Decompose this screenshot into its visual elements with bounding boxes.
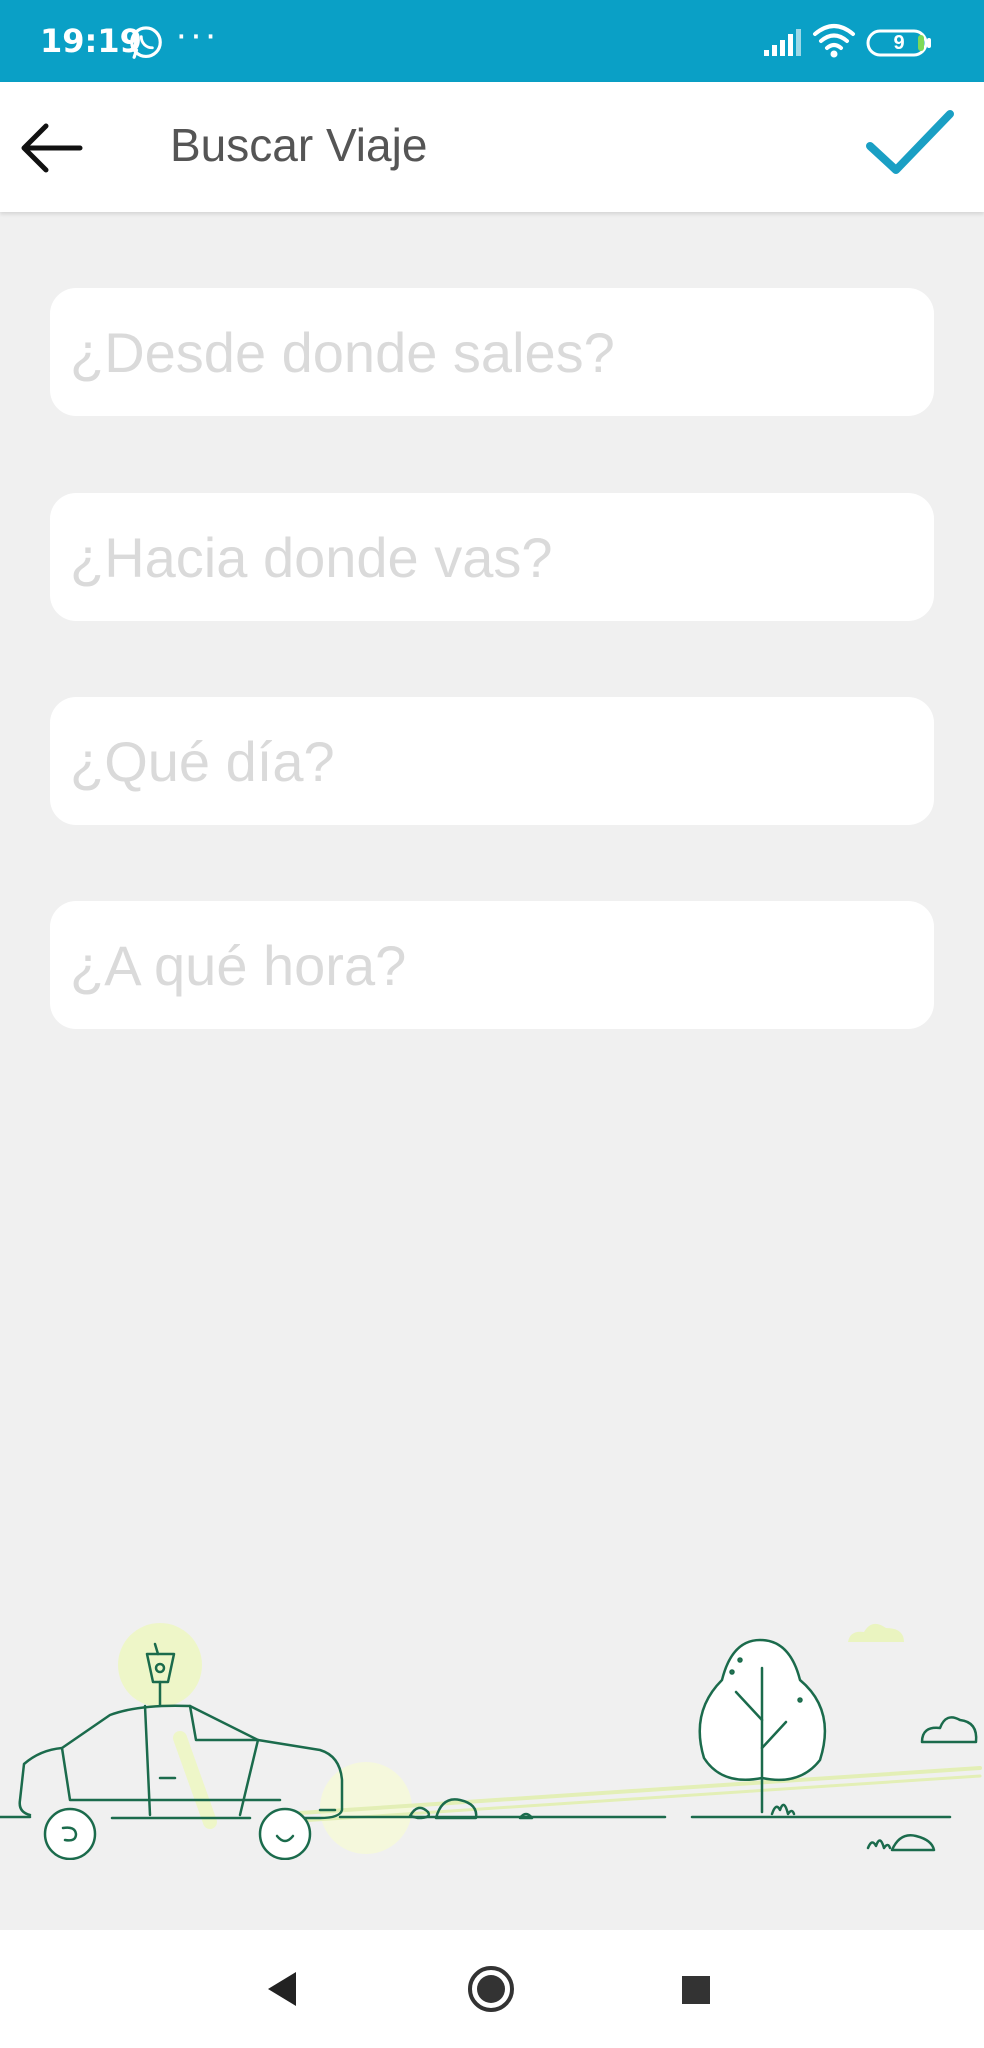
date-input[interactable] xyxy=(50,697,934,825)
battery-level: 9 xyxy=(893,32,905,54)
arrow-left-icon[interactable] xyxy=(14,112,86,184)
signal-icon xyxy=(764,29,801,56)
wifi-icon xyxy=(813,24,855,58)
car-road-illustration xyxy=(0,1623,982,1860)
origin-input[interactable] xyxy=(50,288,934,416)
system-nav-bar xyxy=(0,1930,984,2048)
nav-back-icon[interactable] xyxy=(262,1968,304,2010)
nav-recents-icon[interactable] xyxy=(680,1974,712,2006)
app-bar: Buscar Viaje xyxy=(0,82,984,212)
destination-input[interactable] xyxy=(50,493,934,621)
status-bar: 19:19 ··· 9 xyxy=(0,0,984,82)
more-notifications-indicator: ··· xyxy=(175,14,219,56)
checkmark-icon[interactable] xyxy=(864,106,956,186)
page-title: Buscar Viaje xyxy=(170,119,428,171)
time-input[interactable] xyxy=(50,901,934,1029)
whatsapp-icon xyxy=(130,26,162,59)
nav-home-icon[interactable] xyxy=(466,1964,516,2014)
